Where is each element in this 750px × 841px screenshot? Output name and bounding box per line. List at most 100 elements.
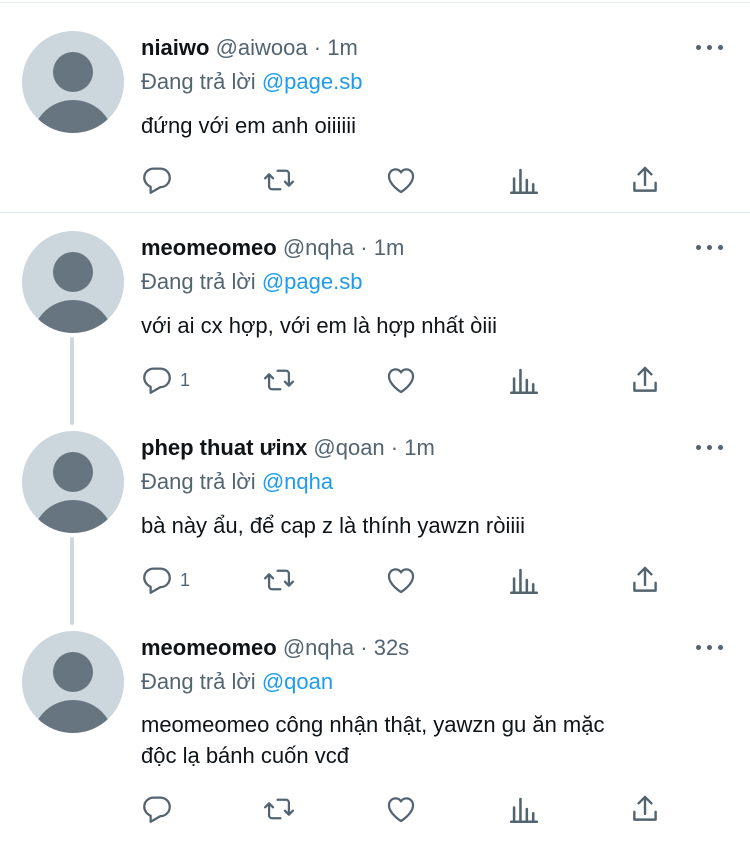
heart-icon (384, 163, 418, 197)
like-button[interactable] (384, 562, 418, 598)
display-name[interactable]: niaiwo (141, 35, 209, 60)
tweet-header: phep thuat ưinx @qoan · 1m (141, 433, 435, 463)
retweet-icon (262, 363, 296, 397)
tweet[interactable]: niaiwo @aiwooa · 1m Đang trả lời @page.s… (0, 0, 750, 212)
reply-mention-link[interactable]: @qoan (262, 669, 333, 694)
avatar-body-shape (32, 100, 114, 133)
timestamp[interactable]: 1m (374, 235, 405, 260)
display-name[interactable]: meomeomeo (141, 235, 277, 260)
reply-icon (140, 563, 174, 597)
reply-mention-link[interactable]: @page.sb (262, 69, 363, 94)
reply-count: 1 (180, 369, 191, 390)
action-bar: 1 (0, 562, 750, 598)
tweet-header: niaiwo @aiwooa · 1m (141, 33, 358, 63)
more-options-icon[interactable] (692, 37, 728, 57)
replying-to-line: Đang trả lời @nqha (141, 467, 333, 497)
replying-to-line: Đang trả lời @qoan (141, 667, 333, 697)
reply-mention-link[interactable]: @page.sb (262, 269, 363, 294)
user-handle[interactable]: @qoan (313, 435, 384, 460)
user-handle[interactable]: @aiwooa (216, 35, 308, 60)
action-bar (0, 791, 750, 827)
more-options-icon[interactable] (692, 437, 728, 457)
tweet-text: meomeomeo công nhận thật, yawzn gu ăn mặ… (141, 712, 605, 768)
reply-mention-link[interactable]: @nqha (262, 469, 333, 494)
timestamp[interactable]: 1m (404, 435, 435, 460)
avatar-head-shape (53, 52, 93, 92)
timestamp[interactable]: 32s (374, 635, 409, 660)
avatar-head-shape (53, 252, 93, 292)
reply-icon (140, 163, 174, 197)
display-name[interactable]: meomeomeo (141, 635, 277, 660)
share-icon (628, 563, 662, 597)
retweet-button[interactable] (262, 791, 296, 827)
tweet[interactable]: meomeomeo @nqha · 32s Đang trả lời @qoan… (0, 600, 750, 841)
reply-icon (140, 792, 174, 826)
share-button[interactable] (628, 791, 662, 827)
timestamp[interactable]: 1m (327, 35, 358, 60)
avatar[interactable] (22, 31, 124, 133)
retweet-button[interactable] (262, 562, 296, 598)
tweet[interactable]: meomeomeo @nqha · 1m Đang trả lời @page.… (0, 200, 750, 412)
avatar[interactable] (22, 231, 124, 333)
like-button[interactable] (384, 791, 418, 827)
avatar[interactable] (22, 431, 124, 533)
analytics-icon (507, 163, 541, 197)
share-icon (628, 163, 662, 197)
reply-count: 1 (180, 569, 191, 590)
heart-icon (384, 563, 418, 597)
avatar-head-shape (53, 652, 93, 692)
share-icon (628, 363, 662, 397)
replying-to-label: Đang trả lời (141, 269, 256, 294)
retweet-icon (262, 792, 296, 826)
share-button[interactable] (628, 362, 662, 398)
tweet-header: meomeomeo @nqha · 1m (141, 233, 404, 263)
analytics-button[interactable] (507, 362, 541, 398)
separator-dot: · (390, 435, 399, 460)
analytics-button[interactable] (507, 162, 541, 198)
analytics-button[interactable] (507, 791, 541, 827)
display-name[interactable]: phep thuat ưinx (141, 435, 307, 460)
tweet-text: với ai cx hợp, với em là hợp nhất òiii (141, 313, 498, 338)
user-handle[interactable]: @nqha (283, 635, 354, 660)
reply-button[interactable] (140, 162, 180, 198)
analytics-button[interactable] (507, 562, 541, 598)
action-bar: 1 (0, 362, 750, 398)
avatar-body-shape (32, 300, 114, 333)
retweet-icon (262, 563, 296, 597)
avatar-body-shape (32, 700, 114, 733)
tweet-text: bà này ẩu, để cap z là thính yawzn ròiii… (141, 513, 526, 538)
heart-icon (384, 792, 418, 826)
replying-to-line: Đang trả lời @page.sb (141, 267, 362, 297)
avatar[interactable] (22, 631, 124, 733)
avatar-body-shape (32, 500, 114, 533)
replying-to-line: Đang trả lời @page.sb (141, 67, 362, 97)
tweet-text: đứng với em anh oiiiiii (141, 113, 357, 138)
separator-dot: · (360, 235, 368, 260)
share-button[interactable] (628, 162, 662, 198)
analytics-icon (507, 563, 541, 597)
tweet[interactable]: phep thuat ưinx @qoan · 1m Đang trả lời … (0, 400, 750, 612)
analytics-icon (507, 363, 541, 397)
reply-button[interactable]: 1 (140, 562, 190, 598)
more-options-icon[interactable] (692, 237, 728, 257)
avatar-head-shape (53, 452, 93, 492)
retweet-icon (262, 163, 296, 197)
replying-to-label: Đang trả lời (141, 669, 256, 694)
more-options-icon[interactable] (692, 637, 728, 657)
user-handle[interactable]: @nqha (283, 235, 354, 260)
analytics-icon (507, 792, 541, 826)
retweet-button[interactable] (262, 362, 296, 398)
replying-to-label: Đang trả lời (141, 69, 256, 94)
reply-button[interactable] (140, 791, 180, 827)
share-button[interactable] (628, 562, 662, 598)
tweet-header: meomeomeo @nqha · 32s (141, 633, 409, 663)
reply-icon (140, 363, 174, 397)
like-button[interactable] (384, 362, 418, 398)
reply-button[interactable]: 1 (140, 362, 190, 398)
like-button[interactable] (384, 162, 418, 198)
heart-icon (384, 363, 418, 397)
share-icon (628, 792, 662, 826)
action-bar (0, 162, 750, 198)
replying-to-label: Đang trả lời (141, 469, 256, 494)
retweet-button[interactable] (262, 162, 296, 198)
